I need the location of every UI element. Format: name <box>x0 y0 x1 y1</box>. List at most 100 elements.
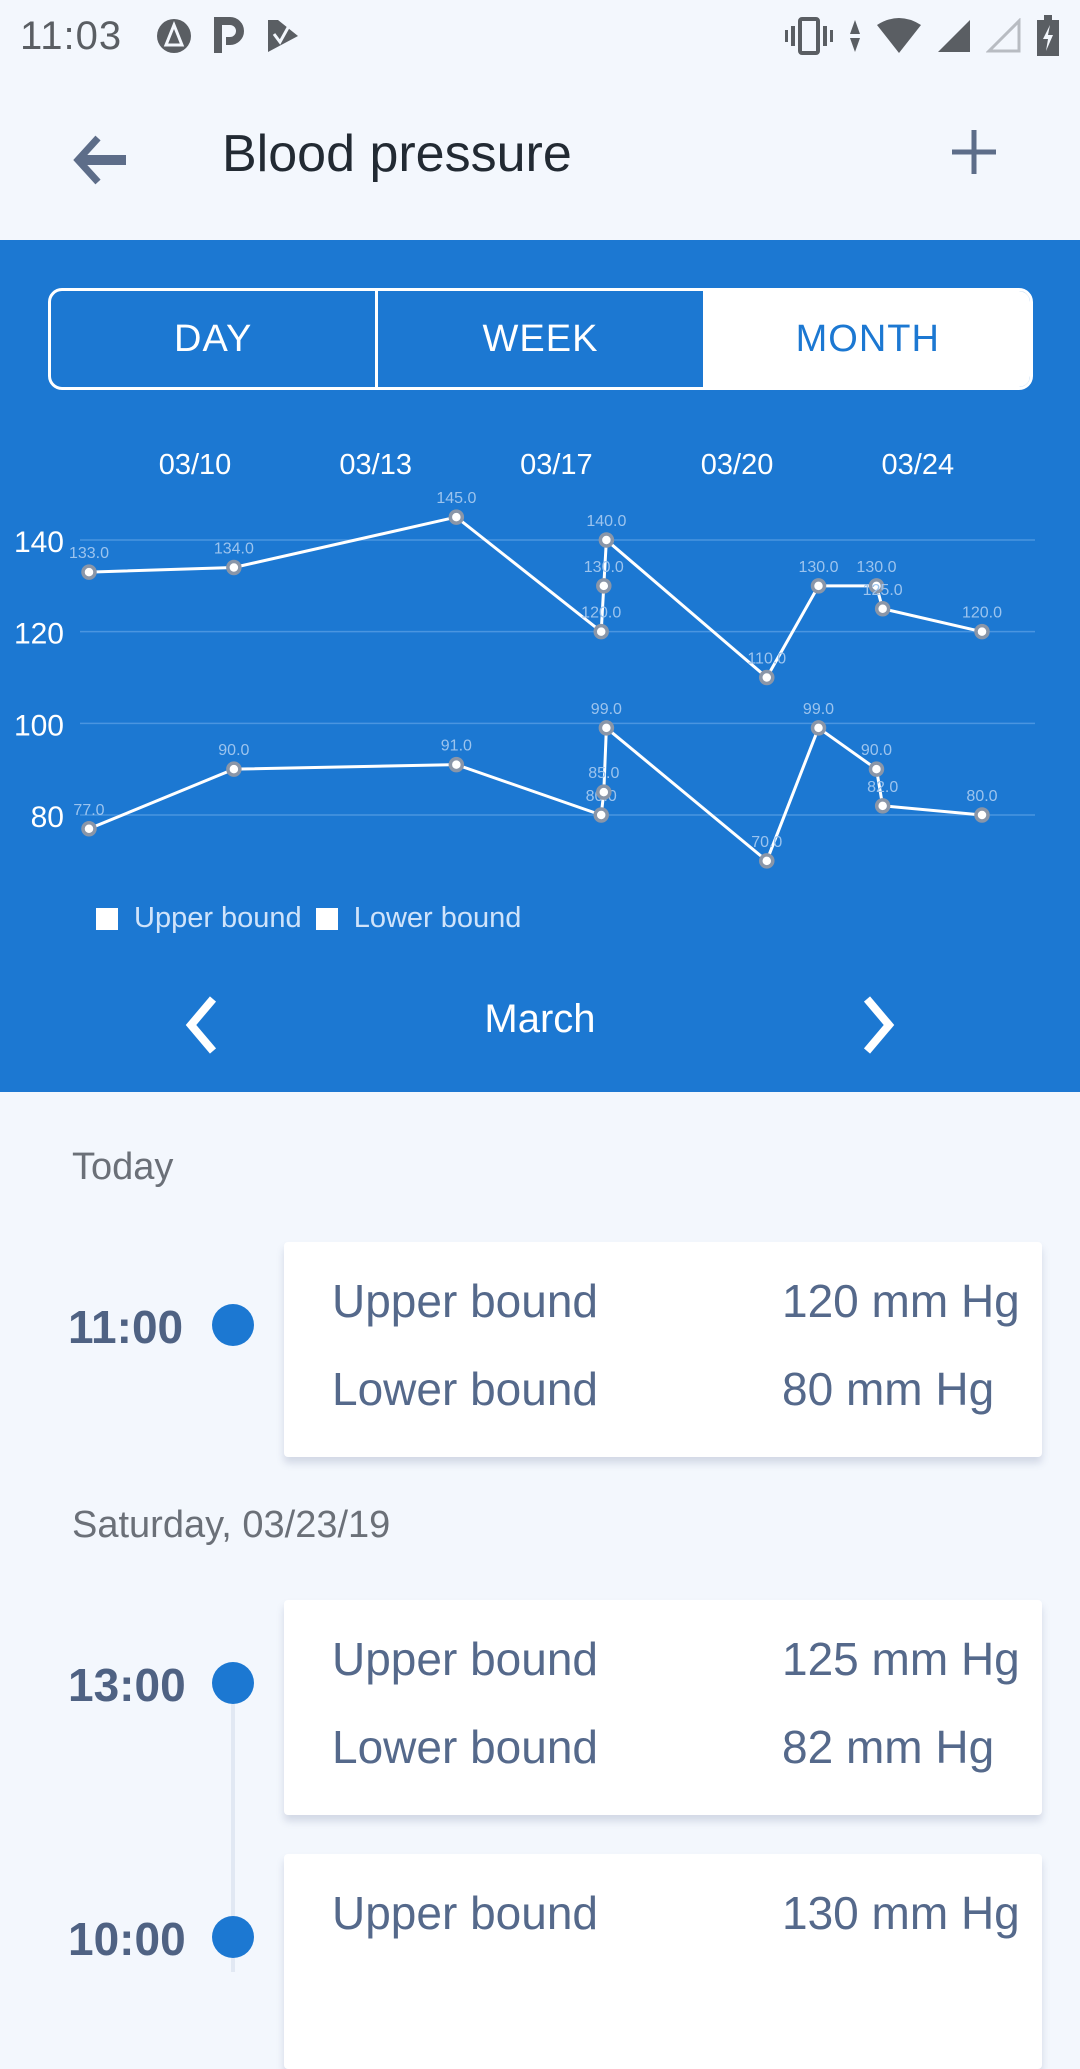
upper-value: 120 mm Hg <box>782 1275 1020 1327</box>
reading-card[interactable]: Upper bound 125 mm Hg Lower bound 82 mm … <box>284 1600 1042 1815</box>
data-label: 140.0 <box>586 513 626 530</box>
chart-legend: Upper bound Lower bound <box>96 902 535 935</box>
data-label: 130.0 <box>856 559 896 576</box>
day-header: Today <box>72 1146 174 1188</box>
data-label: 120.0 <box>962 605 1002 622</box>
upper-label: Upper bound <box>332 1633 598 1685</box>
upper-bound-point <box>759 669 775 686</box>
back-button[interactable] <box>70 130 130 190</box>
data-label: 110.0 <box>747 651 786 668</box>
timeline-dot <box>212 1916 254 1958</box>
reading-card[interactable]: Upper bound 120 mm Hg Lower bound 80 mm … <box>284 1242 1042 1457</box>
legend-swatch-lower <box>315 907 338 930</box>
data-label: 70.0 <box>751 834 782 851</box>
lower-value: 80 mm Hg <box>782 1363 995 1415</box>
vibrate-icon <box>785 17 833 55</box>
period-tabs: DAY WEEK MONTH <box>48 288 1033 390</box>
upper-bound-point <box>974 623 990 640</box>
lower-bound-point <box>226 761 242 777</box>
checkmark-flag-icon <box>268 20 299 52</box>
lower-value: 82 mm Hg <box>782 1721 995 1773</box>
data-label: 145.0 <box>436 490 476 507</box>
upper-bound-point <box>448 509 465 525</box>
data-label: 130.0 <box>584 559 624 576</box>
x-tick-label: 03/10 <box>159 449 232 481</box>
data-label: 99.0 <box>803 701 834 718</box>
chevron-right-icon <box>863 996 895 1054</box>
x-tick-label: 03/24 <box>882 449 955 481</box>
legend-label-lower: Lower bound <box>353 902 522 934</box>
timeline-dot <box>212 1304 254 1346</box>
entry-time: 10:00 <box>68 1913 186 1965</box>
data-label: 134.0 <box>214 541 254 558</box>
upper-bound-point <box>598 532 615 548</box>
signal-icon <box>938 20 970 52</box>
month-label: March <box>484 997 596 1041</box>
lower-bound-point <box>810 720 827 736</box>
data-label: 82.0 <box>867 779 898 796</box>
lower-bound-point <box>596 784 612 800</box>
lower-row: Lower bound 82 mm Hg <box>332 1720 1032 1774</box>
battery-charging-icon <box>1037 15 1059 56</box>
reading-card[interactable]: Upper bound 130 mm Hg <box>284 1854 1042 2069</box>
timeline-dot <box>212 1662 254 1704</box>
data-label: 90.0 <box>861 742 892 759</box>
data-label: 91.0 <box>441 738 472 755</box>
data-label: 80.0 <box>966 788 997 805</box>
upper-bound-point <box>596 578 612 594</box>
data-label: 99.0 <box>591 701 622 718</box>
x-tick-label: 03/17 <box>520 449 593 481</box>
y-tick-label: 120 <box>14 618 64 651</box>
tab-day[interactable]: DAY <box>51 291 375 387</box>
y-tick-label: 100 <box>14 709 64 742</box>
tab-week[interactable]: WEEK <box>375 291 702 387</box>
next-month-button[interactable] <box>855 989 905 1059</box>
a-circle-icon <box>157 19 192 53</box>
status-time: 11:03 <box>20 13 123 58</box>
upper-value: 130 mm Hg <box>782 1887 1020 1939</box>
lower-label: Lower bound <box>332 1721 598 1773</box>
upper-bound-point <box>593 623 609 640</box>
entry-time: 11:00 <box>68 1301 184 1353</box>
entry-time: 13:00 <box>68 1659 186 1711</box>
data-arrows-icon <box>850 20 860 52</box>
lower-bound-point <box>974 807 990 823</box>
month-navigator: March <box>0 985 1080 1065</box>
plus-icon <box>952 130 996 174</box>
legend-item-lower: Lower bound <box>315 902 522 935</box>
status-bar: 11:03 <box>0 0 1080 72</box>
list-item[interactable]: 13:00 Upper bound 125 mm Hg Lower bound … <box>0 1600 1080 1815</box>
add-button[interactable] <box>946 124 1002 180</box>
y-tick-label: 140 <box>14 526 64 559</box>
y-tick-label: 80 <box>31 801 64 834</box>
data-label: 130.0 <box>798 559 838 576</box>
lower-bound-point <box>448 756 465 773</box>
data-label: 125.0 <box>863 582 903 599</box>
data-label: 120.0 <box>581 605 621 622</box>
p-icon <box>214 17 245 53</box>
x-tick-label: 03/20 <box>701 449 774 481</box>
lower-bound-point <box>759 853 775 869</box>
arrow-left-icon <box>73 135 126 185</box>
lower-bound-point <box>868 761 885 777</box>
list-item[interactable]: 11:00 Upper bound 120 mm Hg Lower bound … <box>0 1242 1080 1457</box>
upper-label: Upper bound <box>332 1887 598 1939</box>
lower-bound-point <box>81 821 97 837</box>
upper-row: Upper bound 125 mm Hg <box>332 1632 1032 1686</box>
upper-bound-point <box>81 564 97 580</box>
upper-row: Upper bound 130 mm Hg <box>332 1886 1032 1940</box>
legend-label-upper: Upper bound <box>134 902 302 934</box>
data-label: 90.0 <box>218 742 249 759</box>
list-item[interactable]: 10:00 Upper bound 130 mm Hg <box>0 1854 1080 2069</box>
wifi-icon <box>877 18 921 53</box>
lower-bound-point <box>598 720 615 736</box>
upper-bound-point <box>226 559 242 576</box>
signal-empty-icon <box>986 18 1021 53</box>
blood-pressure-chart: 80 100 120 140 03/10 03/13 03/17 03/20 03/24 133.… <box>14 449 1035 869</box>
page-title: Blood pressure <box>222 125 572 183</box>
tab-month[interactable]: MONTH <box>702 291 1030 387</box>
lower-bound-point <box>593 807 609 823</box>
data-label: 77.0 <box>73 802 104 819</box>
lower-row: Lower bound 80 mm Hg <box>332 1362 1032 1416</box>
upper-row: Upper bound 120 mm Hg <box>332 1274 1032 1328</box>
